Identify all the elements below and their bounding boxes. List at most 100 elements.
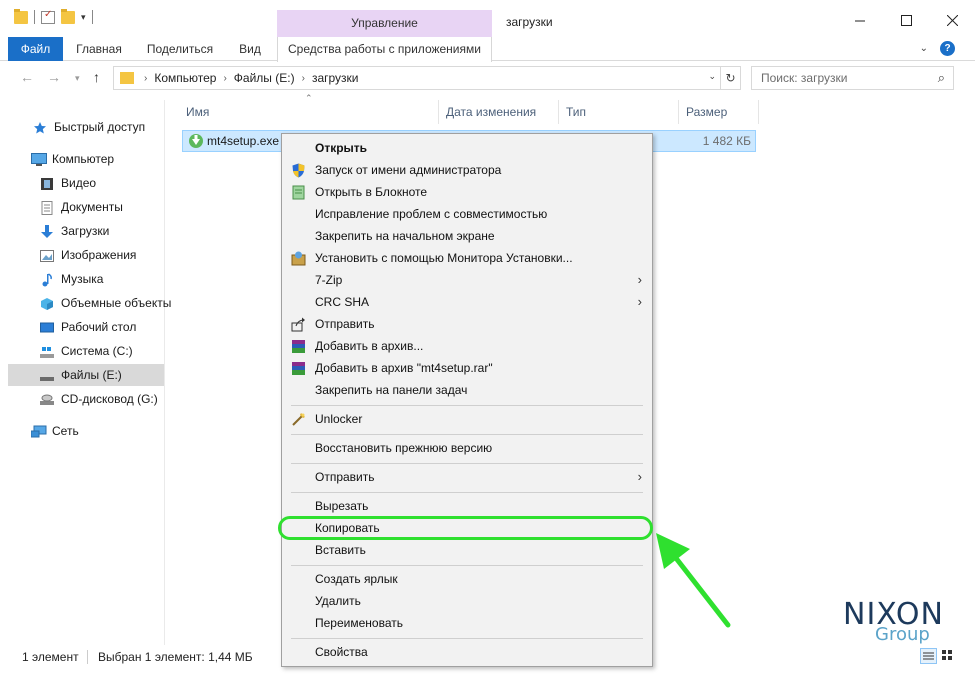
help-icon[interactable]: ?	[940, 41, 955, 56]
column-header-type[interactable]: Тип	[560, 100, 678, 124]
search-icon[interactable]: ⌕	[938, 67, 945, 89]
menu-label: Закрепить на панели задач	[315, 383, 468, 397]
nav-item-music[interactable]: Музыка	[40, 268, 103, 290]
nav-item-cd-drive[interactable]: CD-дисковод (G:)	[40, 388, 158, 410]
menu-item-open[interactable]: Открыть	[282, 137, 652, 159]
menu-item-add-archive[interactable]: Добавить в архив...	[282, 335, 652, 357]
menu-item-add-archive-rar[interactable]: Добавить в архив "mt4setup.rar"	[282, 357, 652, 379]
nav-label: Сеть	[52, 424, 79, 438]
address-dropdown-icon[interactable]: ⌄	[708, 71, 716, 82]
menu-label: Запуск от имени администратора	[315, 163, 502, 177]
documents-icon	[40, 200, 56, 215]
menu-item-run-as-admin[interactable]: Запуск от имени администратора	[282, 159, 652, 181]
nav-label: CD-дисковод (G:)	[61, 392, 158, 406]
menu-item-compatibility[interactable]: Исправление проблем с совместимостью	[282, 203, 652, 225]
breadcrumb-computer[interactable]: Компьютер	[154, 71, 216, 85]
star-icon	[33, 120, 49, 134]
close-icon[interactable]	[929, 0, 975, 40]
breadcrumb-downloads[interactable]: загрузки	[312, 71, 359, 85]
new-folder-icon[interactable]	[61, 8, 75, 24]
nav-item-quick-access[interactable]: Быстрый доступ	[33, 116, 145, 138]
notepad-icon	[291, 185, 306, 200]
column-header-date[interactable]: Дата изменения	[440, 100, 558, 124]
nav-label: Рабочий стол	[61, 320, 137, 334]
nav-item-files-e[interactable]: Файлы (E:)	[8, 364, 164, 386]
nav-item-downloads[interactable]: Загрузки	[40, 220, 109, 242]
column-divider[interactable]	[758, 100, 759, 124]
menu-item-crc-sha[interactable]: CRC SHA ›	[282, 291, 652, 313]
tab-file[interactable]: Файл	[8, 37, 63, 61]
menu-item-7zip[interactable]: 7-Zip ›	[282, 269, 652, 291]
menu-label: Вставить	[315, 543, 366, 557]
column-divider[interactable]	[558, 100, 559, 124]
menu-item-install-monitor[interactable]: Установить с помощью Монитора Установки.…	[282, 247, 652, 269]
tab-home[interactable]: Главная	[66, 37, 132, 61]
quick-access-toolbar: ▾	[14, 8, 93, 24]
menu-label: Открыть в Блокноте	[315, 185, 428, 199]
search-input[interactable]: Поиск: загрузки ⌕	[751, 66, 954, 90]
menu-separator	[291, 463, 643, 464]
menu-item-send-to[interactable]: Отправить ›	[282, 466, 652, 488]
chevron-right-icon[interactable]: ›	[144, 73, 147, 84]
menu-item-create-shortcut[interactable]: Создать ярлык	[282, 568, 652, 590]
nav-item-images[interactable]: Изображения	[40, 244, 136, 266]
navigation-pane: Быстрый доступ Компьютер Видео Документы…	[0, 100, 171, 645]
video-icon	[40, 176, 56, 190]
tab-application-tools[interactable]: Средства работы с приложениями	[277, 37, 492, 62]
minimize-icon[interactable]	[837, 0, 883, 40]
large-icons-view-icon[interactable]	[940, 648, 957, 664]
menu-separator	[291, 565, 643, 566]
back-arrow-icon[interactable]: ←	[20, 69, 34, 85]
nav-label: Компьютер	[52, 152, 115, 166]
menu-item-rename[interactable]: Переименовать	[282, 612, 652, 634]
details-view-icon[interactable]	[920, 648, 937, 664]
menu-item-unlocker[interactable]: Unlocker	[282, 408, 652, 430]
nav-item-video[interactable]: Видео	[40, 172, 96, 194]
menu-item-restore-version[interactable]: Восстановить прежнюю версию	[282, 437, 652, 459]
tab-view[interactable]: Вид	[230, 37, 270, 61]
nav-item-3d-objects[interactable]: Объемные объекты	[40, 292, 171, 314]
nav-item-system-c[interactable]: Система (C:)	[40, 340, 133, 362]
properties-icon[interactable]	[41, 9, 55, 24]
column-divider[interactable]	[678, 100, 679, 124]
chevron-right-icon[interactable]: ›	[223, 73, 226, 84]
folder-icon[interactable]	[14, 8, 28, 24]
menu-item-share[interactable]: Отправить	[282, 313, 652, 335]
column-divider[interactable]	[438, 100, 439, 124]
customize-toolbar-icon[interactable]: ▾	[81, 12, 86, 23]
menu-label: Unlocker	[315, 412, 363, 426]
computer-icon	[31, 152, 47, 166]
menu-item-open-notepad[interactable]: Открыть в Блокноте	[282, 181, 652, 203]
chevron-down-icon[interactable]: ⌄	[920, 43, 928, 54]
menu-item-paste[interactable]: Вставить	[282, 539, 652, 561]
nav-item-network[interactable]: Сеть	[30, 420, 79, 442]
tab-share[interactable]: Поделиться	[140, 37, 220, 61]
file-name: mt4setup.exe	[207, 134, 280, 148]
nav-item-documents[interactable]: Документы	[40, 196, 123, 218]
menu-item-delete[interactable]: Удалить	[282, 590, 652, 612]
forward-arrow-icon[interactable]: →	[47, 69, 61, 85]
column-header-name[interactable]: Имя	[180, 100, 438, 124]
title-bar: ▾ Управление загрузки	[0, 0, 975, 37]
breadcrumb-drive[interactable]: Файлы (E:)	[234, 71, 295, 85]
3d-objects-icon	[40, 296, 56, 310]
chevron-right-icon[interactable]: ›	[302, 73, 305, 84]
menu-item-pin-start[interactable]: Закрепить на начальном экране	[282, 225, 652, 247]
up-arrow-icon[interactable]: ↑	[93, 69, 100, 85]
column-header-size[interactable]: Размер	[680, 100, 758, 124]
menu-label: Удалить	[315, 594, 361, 608]
menu-item-cut[interactable]: Вырезать	[282, 495, 652, 517]
refresh-icon[interactable]: ↻	[720, 67, 740, 89]
logo-subtext: Group	[875, 624, 930, 645]
nav-item-desktop[interactable]: Рабочий стол	[40, 316, 136, 338]
music-icon	[40, 272, 56, 287]
context-menu: Открыть Запуск от имени администратора О…	[281, 133, 653, 667]
nav-item-computer[interactable]: Компьютер	[31, 148, 114, 170]
menu-item-pin-taskbar[interactable]: Закрепить на панели задач	[282, 379, 652, 401]
recent-locations-icon[interactable]: ▾	[75, 73, 80, 84]
address-bar[interactable]: › Компьютер › Файлы (E:) › загрузки ⌄ ↻	[113, 66, 741, 90]
maximize-icon[interactable]	[883, 0, 929, 40]
window-title: загрузки	[506, 15, 553, 29]
winrar-icon	[291, 339, 306, 354]
menu-label: 7-Zip	[315, 273, 343, 287]
